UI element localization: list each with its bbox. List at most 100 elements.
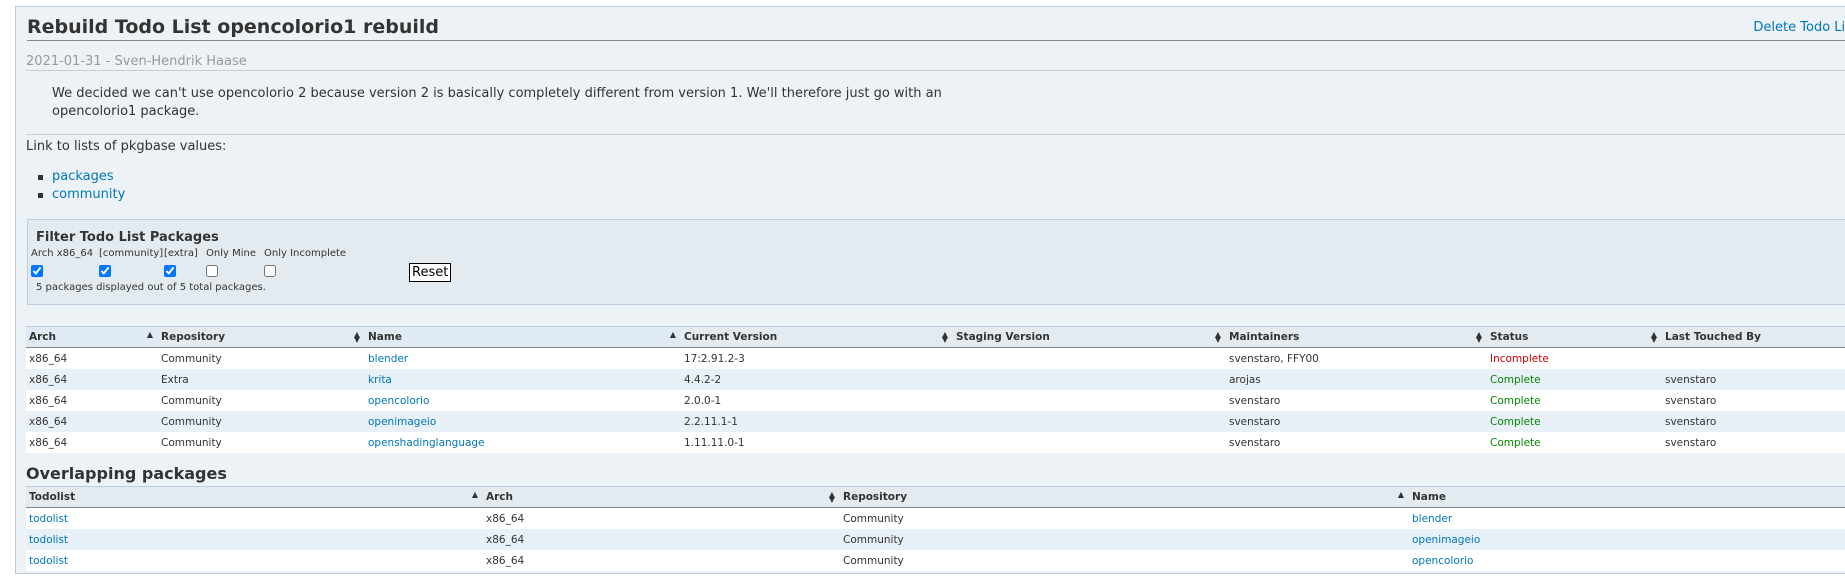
- package-link[interactable]: krita: [368, 374, 392, 386]
- cell-current-version: 2.0.0-1: [681, 390, 953, 411]
- column-header-label: Status: [1490, 331, 1529, 343]
- cell-repository: Community: [158, 347, 365, 369]
- column-header-label: Name: [1412, 491, 1446, 503]
- cell-last-touched-by: svenstaro: [1662, 432, 1845, 453]
- filter-label: Arch x86_64: [31, 248, 94, 259]
- cell-name: blender: [1409, 507, 1845, 529]
- cell-repository: Community: [840, 529, 1409, 550]
- cell-repository: Community: [840, 550, 1409, 571]
- column-header-name[interactable]: Name: [1409, 486, 1845, 508]
- filter-label: [extra]: [164, 248, 198, 259]
- todolist-link[interactable]: todolist: [29, 555, 68, 567]
- cell-maintainers: svenstaro: [1226, 390, 1487, 411]
- cell-name: blender: [365, 347, 681, 369]
- column-header-arch[interactable]: Arch ▲ ▼: [483, 486, 840, 508]
- column-header-repository[interactable]: Repository ▲: [840, 486, 1409, 508]
- filter-extra: [extra]: [164, 248, 198, 281]
- cell-staging-version: [953, 347, 1226, 369]
- cell-name: opencolorio: [365, 390, 681, 411]
- table-row: x86_64 Community blender 17:2.91.2-3 sve…: [26, 347, 1845, 369]
- sort-both-icon: ▲ ▼: [1214, 330, 1221, 344]
- todolist-link[interactable]: todolist: [29, 513, 68, 525]
- package-link[interactable]: blender: [1412, 513, 1452, 525]
- table-row: x86_64 Extra krita 4.4.2-2 arojas Comple…: [26, 369, 1845, 390]
- filter-panel: Filter Todo List Packages Arch x86_64 [c…: [27, 219, 1845, 305]
- cell-name: openshadinglanguage: [365, 432, 681, 453]
- cell-maintainers: svenstaro, FFY00: [1226, 347, 1487, 369]
- page-title: Rebuild Todo List opencolorio1 rebuild: [27, 16, 439, 38]
- cell-status: Complete: [1487, 369, 1662, 390]
- package-link[interactable]: openimageio: [368, 416, 436, 428]
- sort-both-icon: ▲ ▼: [1475, 330, 1482, 344]
- table-row: x86_64 Community openshadinglanguage 1.1…: [26, 432, 1845, 453]
- column-header-repository[interactable]: Repository ▲ ▼: [158, 326, 365, 348]
- column-header-label: Repository: [161, 331, 226, 343]
- column-header-todolist[interactable]: Todolist ▲: [26, 486, 483, 508]
- table-row: todolist x86_64 Community blender: [26, 507, 1845, 529]
- column-header-status[interactable]: Status ▲ ▼: [1487, 326, 1662, 348]
- filter-community-checkbox[interactable]: [99, 265, 111, 277]
- divider: [26, 70, 1845, 71]
- filter-arch: Arch x86_64: [31, 248, 93, 281]
- community-link[interactable]: community: [52, 187, 125, 202]
- cell-name: openimageio: [1409, 529, 1845, 550]
- overlap-title: Overlapping packages: [26, 464, 227, 483]
- packages-link[interactable]: packages: [52, 169, 114, 184]
- cell-arch: x86_64: [26, 347, 158, 369]
- filter-only-mine-checkbox[interactable]: [206, 265, 218, 277]
- sort-both-icon: ▲ ▼: [1650, 330, 1657, 344]
- table-header-row: Todolist ▲ Arch ▲ ▼ Repository ▲ Name: [26, 486, 1845, 508]
- cell-current-version: 2.2.11.1-1: [681, 411, 953, 432]
- column-header-label: Repository: [843, 491, 908, 503]
- cell-staging-version: [953, 369, 1226, 390]
- sort-both-icon: ▲ ▼: [353, 330, 360, 344]
- package-link[interactable]: opencolorio: [1412, 555, 1473, 567]
- reset-button[interactable]: Reset: [409, 263, 452, 282]
- filter-only-incomplete: Only Incomplete: [264, 248, 346, 281]
- divider: [26, 134, 1845, 135]
- todolist-link[interactable]: todolist: [29, 534, 68, 546]
- delete-todo-list-link[interactable]: Delete Todo List: [1753, 20, 1845, 35]
- pkgbase-links: packages community: [37, 169, 125, 205]
- table-header-row: Arch ▲ Repository ▲ ▼ Name ▲ Current Version…: [26, 326, 1845, 348]
- filter-label: Only Incomplete: [264, 248, 347, 259]
- filter-label: Only Mine: [206, 248, 256, 259]
- package-link[interactable]: opencolorio: [368, 395, 429, 407]
- cell-status: Complete: [1487, 411, 1662, 432]
- package-link[interactable]: openimageio: [1412, 534, 1480, 546]
- column-header-maintainers[interactable]: Maintainers ▲ ▼: [1226, 326, 1487, 348]
- title-row: Rebuild Todo List opencolorio1 rebuild D…: [27, 16, 1845, 41]
- todo-description: We decided we can't use opencolorio 2 be…: [52, 86, 942, 119]
- filter-community: [community]: [99, 248, 163, 281]
- filter-extra-checkbox[interactable]: [164, 265, 176, 277]
- cell-last-touched-by: svenstaro: [1662, 369, 1845, 390]
- list-item: community: [37, 187, 125, 205]
- column-header-staging-version[interactable]: Staging Version ▲ ▼: [953, 326, 1226, 348]
- cell-arch: x86_64: [483, 529, 840, 550]
- cell-staging-version: [953, 411, 1226, 432]
- package-link[interactable]: blender: [368, 353, 408, 365]
- cell-repository: Community: [840, 507, 1409, 529]
- table-row: todolist x86_64 Community opencolorio: [26, 550, 1845, 571]
- cell-maintainers: svenstaro: [1226, 432, 1487, 453]
- column-header-last-touched-by[interactable]: Last Touched By: [1662, 326, 1845, 348]
- column-header-arch[interactable]: Arch ▲: [26, 326, 158, 348]
- cell-name: opencolorio: [1409, 550, 1845, 571]
- cell-arch: x86_64: [26, 369, 158, 390]
- link-intro: Link to lists of pkgbase values:: [26, 139, 227, 154]
- cell-maintainers: arojas: [1226, 369, 1487, 390]
- list-item: packages: [37, 169, 125, 187]
- sort-up-icon: ▲: [146, 330, 153, 339]
- column-header-current-version[interactable]: Current Version ▲ ▼: [681, 326, 953, 348]
- cell-repository: Community: [158, 432, 365, 453]
- cell-arch: x86_64: [483, 507, 840, 529]
- sort-up-icon: ▲: [471, 490, 478, 499]
- cell-repository: Community: [158, 390, 365, 411]
- filter-only-incomplete-checkbox[interactable]: [264, 265, 276, 277]
- package-link[interactable]: openshadinglanguage: [368, 437, 485, 449]
- filter-arch-checkbox[interactable]: [31, 265, 43, 277]
- filter-only-mine: Only Mine: [206, 248, 256, 281]
- filter-title: Filter Todo List Packages: [36, 230, 219, 245]
- cell-repository: Extra: [158, 369, 365, 390]
- column-header-name[interactable]: Name ▲: [365, 326, 681, 348]
